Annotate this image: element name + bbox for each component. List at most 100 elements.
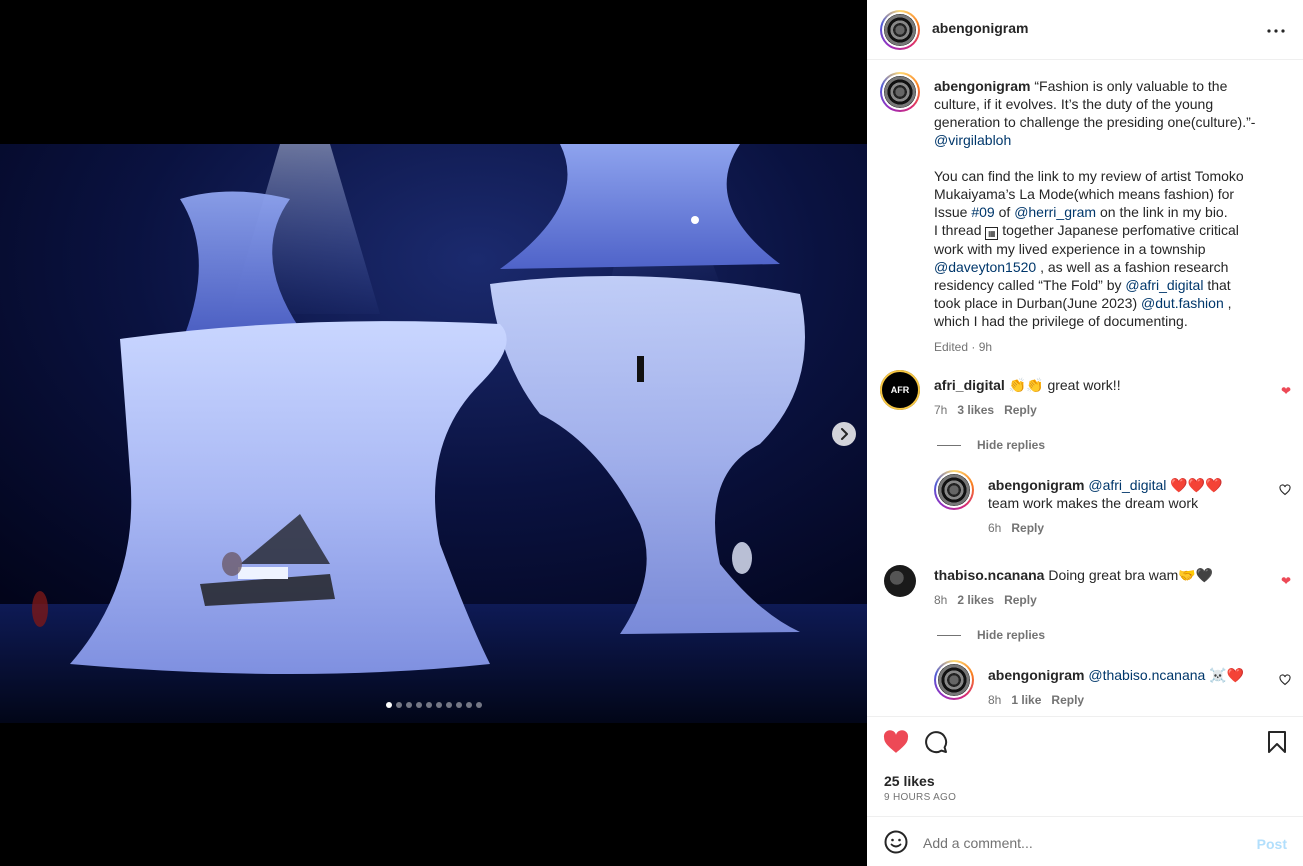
stage-photo-graphic — [0, 144, 867, 723]
caption-line: that — [1207, 277, 1231, 293]
reply-time: 8h — [988, 693, 1002, 707]
reply-meta: 8h 1 like Reply — [988, 693, 1084, 707]
caption-text: abengonigram “Fashion is only valuable t… — [934, 77, 1279, 356]
caption-line: of — [998, 204, 1011, 220]
reply-text: ❤️❤️❤️ — [1170, 477, 1223, 493]
reply-text: ☠️❤️ — [1209, 667, 1245, 683]
post-comment-button[interactable]: Post — [1257, 836, 1287, 852]
comment-likes-count[interactable]: 3 likes — [957, 403, 994, 417]
mention-link[interactable]: @afri_digital — [1088, 477, 1166, 493]
more-horizontal-icon — [1267, 29, 1285, 33]
next-slide-button[interactable] — [832, 422, 856, 446]
mention-link[interactable]: @herri_gram — [1014, 204, 1096, 220]
reply-body: abengonigram @thabiso.ncanana ☠️❤️ — [988, 666, 1258, 684]
carousel-dot — [475, 702, 482, 708]
likes-count[interactable]: 25 likes — [884, 773, 935, 789]
carousel-dot — [445, 702, 452, 708]
thread-emoji-icon: ▦ — [985, 227, 999, 240]
reply-avatar[interactable] — [934, 470, 974, 510]
reply-username[interactable]: abengonigram — [988, 667, 1084, 683]
commenter-avatar[interactable]: AFR — [880, 370, 920, 410]
comment-body: afri_digital 👏👏 great work!! — [934, 376, 1121, 394]
caption-line: together Japanese perfomative critical — [1002, 222, 1239, 238]
caption-avatar[interactable] — [880, 72, 920, 112]
commenter-avatar[interactable] — [884, 565, 916, 597]
post-header: abengonigram — [867, 0, 1303, 60]
caption-line: generation to challenge the presiding on… — [934, 114, 1256, 130]
more-options-button[interactable] — [1267, 20, 1285, 34]
mention-link[interactable]: @virgilabloh — [934, 131, 1279, 149]
author-username[interactable]: abengonigram — [932, 20, 1028, 36]
carousel-dot — [435, 702, 442, 708]
author-avatar[interactable] — [880, 10, 920, 50]
comment-time: 8h — [934, 593, 948, 607]
comment-icon[interactable] — [924, 730, 948, 754]
save-bookmark-icon[interactable] — [1267, 730, 1287, 754]
post-time-ago: 9 HOURS AGO — [884, 792, 957, 803]
comment-meta: 8h 2 likes Reply — [934, 593, 1037, 607]
caption-line: took place in Durban(June 2023) — [934, 295, 1138, 311]
chevron-right-icon — [841, 428, 848, 440]
hide-replies-label: Hide replies — [977, 628, 1046, 642]
reply-username[interactable]: abengonigram — [988, 477, 1084, 493]
carousel-dot — [395, 702, 402, 708]
carousel-dot — [455, 702, 462, 708]
reply-body: abengonigram @afri_digital ❤️❤️❤️ team w… — [988, 476, 1248, 512]
comment-body: thabiso.ncanana Doing great bra wam🤝🖤 — [934, 566, 1213, 584]
comment-text: 👏👏 great work!! — [1008, 377, 1121, 393]
caption-line: culture, if it evolves. It’s the duty of… — [934, 96, 1214, 112]
caption-line: work with my lived experience in a towns… — [934, 241, 1206, 257]
comments-list: abengonigram “Fashion is only valuable t… — [867, 60, 1303, 716]
hide-replies-button[interactable]: Hide replies — [937, 628, 1045, 642]
mention-link[interactable]: @daveyton1520 — [934, 259, 1036, 275]
mention-link[interactable]: @dut.fashion — [1141, 295, 1224, 311]
caption-line: I thread — [934, 222, 982, 238]
hashtag-link[interactable]: #09 — [971, 204, 994, 220]
liked-heart-icon[interactable]: ❤ — [1281, 574, 1291, 588]
mention-link[interactable]: @thabiso.ncanana — [1088, 667, 1205, 683]
caption-line: residency called “The Fold” by — [934, 277, 1122, 293]
caption-line: “Fashion is only valuable to the — [1034, 78, 1228, 94]
reply-button[interactable]: Reply — [1011, 521, 1044, 535]
reply-likes-count[interactable]: 1 like — [1011, 693, 1041, 707]
carousel-dot — [405, 702, 412, 708]
caption-line: on the link in my bio. — [1099, 204, 1228, 220]
caption-line: , as well as a fashion research — [1040, 259, 1229, 275]
reply-time: 6h — [988, 521, 1002, 535]
post-media-pane — [0, 0, 867, 866]
carousel-dot — [385, 702, 392, 708]
caption-username[interactable]: abengonigram — [934, 78, 1030, 94]
heart-outline-icon[interactable] — [1279, 674, 1291, 686]
caption-line: You can find the link to my review of ar… — [934, 168, 1244, 184]
like-heart-icon[interactable] — [883, 730, 909, 754]
heart-outline-icon[interactable] — [1279, 484, 1291, 496]
caption-line: which I had the privilege of documenting… — [934, 313, 1188, 329]
post-side-panel: abengonigram abengonigram “Fashion is on… — [867, 0, 1303, 866]
comment-time: 7h — [934, 403, 948, 417]
post-actions: 25 likes 9 HOURS AGO — [867, 716, 1303, 816]
hide-replies-label: Hide replies — [977, 438, 1046, 452]
comment-likes-count[interactable]: 2 likes — [957, 593, 994, 607]
caption-line: Issue — [934, 204, 968, 220]
reply-button[interactable]: Reply — [1051, 693, 1084, 707]
reply-button[interactable]: Reply — [1004, 403, 1037, 417]
commenter-username[interactable]: thabiso.ncanana — [934, 567, 1044, 583]
hide-replies-button[interactable]: Hide replies — [937, 438, 1045, 452]
commenter-username[interactable]: afri_digital — [934, 377, 1005, 393]
carousel-dot — [465, 702, 472, 708]
carousel-dot — [425, 702, 432, 708]
comment-text: Doing great bra wam🤝🖤 — [1048, 567, 1214, 583]
mention-link[interactable]: @afri_digital — [1125, 277, 1203, 293]
comment-meta: 7h 3 likes Reply — [934, 403, 1037, 417]
reply-meta: 6h Reply — [988, 521, 1044, 535]
reply-text: team work makes the dream work — [988, 495, 1199, 511]
caption-line: Mukaiyama’s La Mode(which means fashion)… — [934, 186, 1235, 202]
reply-button[interactable]: Reply — [1004, 593, 1037, 607]
reply-avatar[interactable] — [934, 660, 974, 700]
caption-edited-time: Edited · 9h — [934, 340, 993, 354]
comment-input[interactable] — [923, 832, 1223, 854]
add-comment-bar: Post — [867, 816, 1303, 866]
post-photo[interactable] — [0, 144, 867, 723]
liked-heart-icon[interactable]: ❤ — [1281, 384, 1291, 398]
emoji-smiley-icon[interactable] — [884, 830, 908, 854]
